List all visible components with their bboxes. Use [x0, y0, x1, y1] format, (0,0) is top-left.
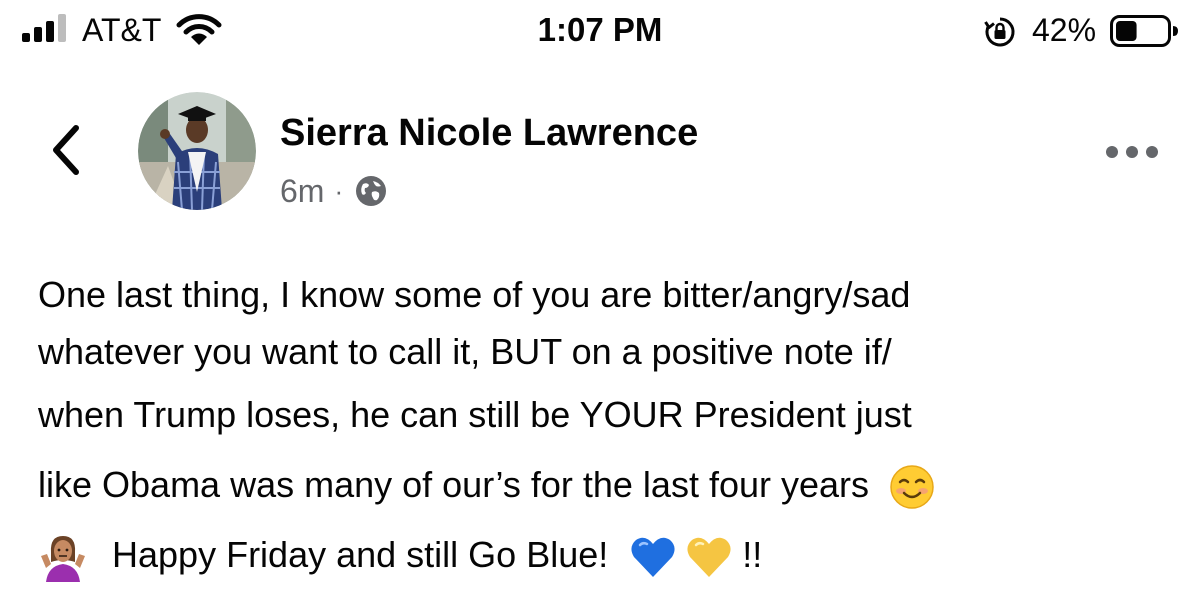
- post-line-2: whatever you want to call it, BUT on a p…: [38, 331, 892, 372]
- post-line-5: Happy Friday and still Go Blue! !!: [38, 520, 1188, 590]
- status-time: 1:07 PM: [537, 11, 663, 48]
- post-line-5-text: Happy Friday and still Go Blue!: [112, 534, 609, 575]
- post-line-4: like Obama was many of our’s for the las…: [38, 450, 1188, 520]
- post-line-3: when Trump loses, he can still be YOUR P…: [38, 394, 912, 435]
- person-shrugging-emoji: [41, 536, 85, 583]
- post-timestamp[interactable]: 6m: [280, 171, 324, 211]
- author-name[interactable]: Sierra Nicole Lawrence: [280, 110, 698, 156]
- globe-icon[interactable]: [355, 175, 387, 207]
- post-line-1: One last thing, I know some of you are b…: [38, 274, 911, 315]
- smiling-face-emoji: [890, 465, 934, 510]
- status-bar: AT&T 1:07 PM 42%: [0, 0, 1200, 64]
- post-body: One last thing, I know some of you are b…: [38, 266, 1188, 590]
- meta-separator: ·: [334, 176, 344, 206]
- blue-heart-emoji: [631, 538, 675, 578]
- avatar[interactable]: [138, 92, 256, 210]
- post-line-5-end: !!: [742, 534, 763, 575]
- post-meta: 6m ·: [280, 170, 387, 212]
- battery-percent: 42%: [1032, 12, 1097, 48]
- orientation-lock-icon: [984, 17, 1015, 47]
- back-button[interactable]: [40, 122, 92, 178]
- battery-icon: [1110, 15, 1178, 47]
- yellow-heart-emoji: [687, 538, 731, 578]
- chevron-left-icon: [53, 125, 79, 175]
- more-horizontal-icon: [1106, 146, 1158, 158]
- more-options-button[interactable]: [1104, 138, 1160, 166]
- post-line-4-text: like Obama was many of our’s for the las…: [38, 464, 870, 505]
